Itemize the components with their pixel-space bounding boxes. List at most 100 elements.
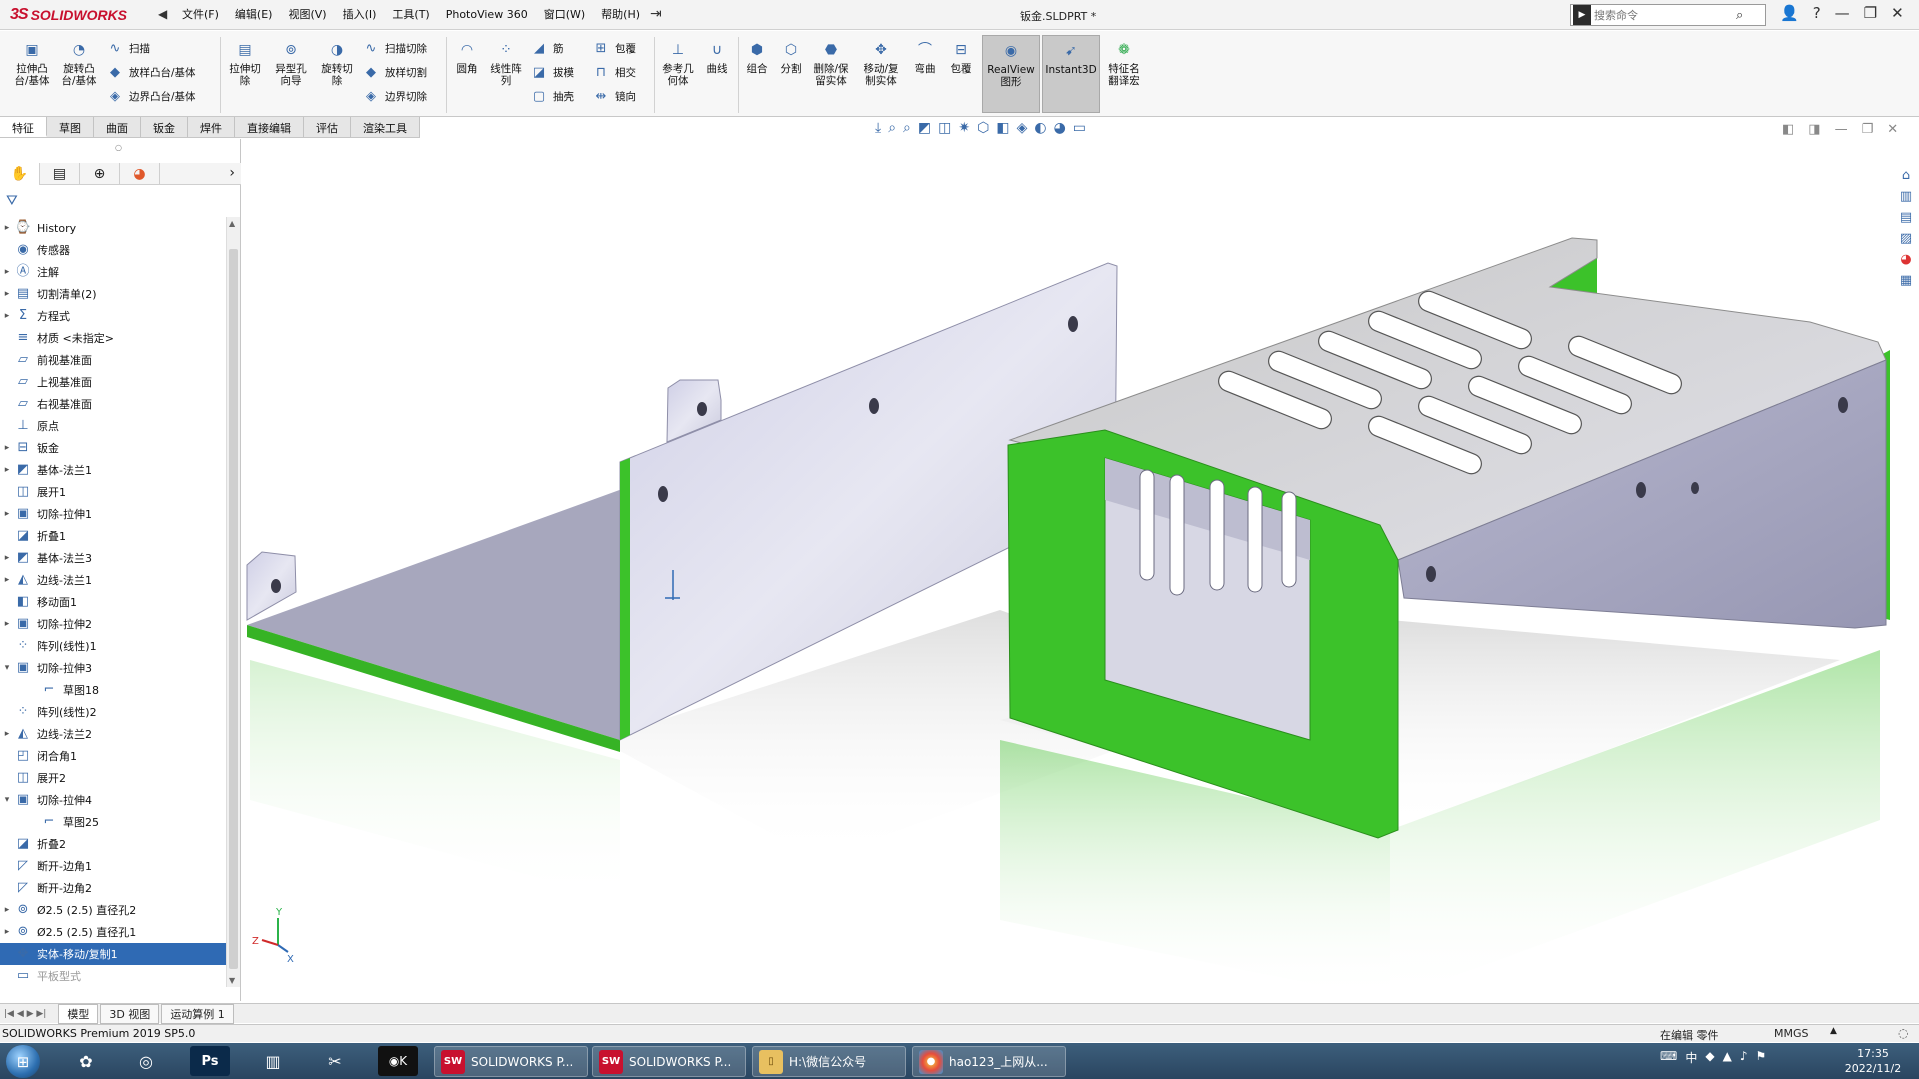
- wrap-feature-button[interactable]: ⊟ 包覆: [946, 39, 976, 75]
- start-button[interactable]: ⊞: [6, 1045, 40, 1078]
- expand-arrow-icon[interactable]: ▸: [0, 575, 14, 585]
- design-library-icon[interactable]: ▤: [1900, 210, 1912, 225]
- expand-arrow-icon[interactable]: ▸: [0, 553, 14, 563]
- help-icon[interactable]: ?: [1813, 4, 1821, 22]
- viewport-minimize-icon[interactable]: —: [1835, 122, 1848, 137]
- flag-icon[interactable]: ⚑: [1755, 1049, 1766, 1066]
- custom-properties-icon[interactable]: ▦: [1900, 273, 1912, 288]
- hide-show-icon[interactable]: ◈: [1017, 120, 1028, 136]
- display-style-icon[interactable]: ◧: [996, 120, 1009, 136]
- edit-appearance-icon[interactable]: ◐: [1034, 120, 1046, 136]
- tab-sketch[interactable]: 草图: [47, 117, 94, 137]
- snipping-tool-icon[interactable]: ✂: [315, 1046, 355, 1076]
- view-settings-monitor-icon[interactable]: ▭: [1073, 120, 1086, 136]
- previous-view-icon[interactable]: ⌕: [903, 120, 911, 136]
- wrap-button[interactable]: ⊞ 包覆: [592, 39, 636, 57]
- instant3d-button[interactable]: ➹ Instant3D: [1042, 35, 1100, 113]
- tree-node[interactable]: ◧ 移动面1: [0, 591, 226, 613]
- extrude-cut-button[interactable]: ▤ 拉伸切 除: [224, 39, 266, 87]
- tree-node[interactable]: ▭ 平板型式: [0, 965, 226, 987]
- section-view-icon[interactable]: ◩: [918, 120, 931, 136]
- combine-button[interactable]: ⬢ 组合: [740, 39, 774, 75]
- tree-node[interactable]: ▸ ◩ 基体-法兰1: [0, 459, 226, 481]
- lofted-cut-button[interactable]: ◆ 放样切割: [362, 63, 427, 81]
- tree-node[interactable]: ◪ 折叠2: [0, 833, 226, 855]
- tree-node[interactable]: ▱ 前视基准面: [0, 349, 226, 371]
- expand-arrow-icon[interactable]: ▸: [0, 289, 14, 299]
- task-solidworks-1[interactable]: SW SOLIDWORKS P...: [434, 1046, 588, 1077]
- sweep-button[interactable]: ∿ 扫描: [106, 39, 150, 57]
- apply-scene-icon[interactable]: ◕: [1054, 120, 1066, 136]
- pin-icon[interactable]: ⇥: [650, 6, 662, 22]
- tree-node[interactable]: ◉ 传感器: [0, 239, 226, 261]
- viewport-close-icon[interactable]: ✕: [1887, 122, 1898, 137]
- tree-node[interactable]: ⊥ 原点: [0, 415, 226, 437]
- menu-file[interactable]: 文件(F): [176, 5, 229, 25]
- tree-node[interactable]: ▸ ▣ 切除-拉伸2: [0, 613, 226, 635]
- menu-window[interactable]: 窗口(W): [538, 5, 595, 25]
- tab-evaluate[interactable]: 评估: [304, 117, 351, 137]
- viewport-right-icon[interactable]: ◨: [1808, 122, 1820, 137]
- appearances-icon[interactable]: ◕: [1900, 252, 1911, 267]
- expand-arrow-icon[interactable]: ▸: [0, 905, 14, 915]
- tree-node[interactable]: ◪ 折叠1: [0, 525, 226, 547]
- draft-button[interactable]: ◪ 拔模: [530, 63, 574, 81]
- revolve-boss-button[interactable]: ◔ 旋转凸 台/基体: [57, 39, 101, 87]
- tab-surfaces[interactable]: 曲面: [94, 117, 141, 137]
- revolve-cut-button[interactable]: ◑ 旋转切 除: [316, 39, 358, 87]
- clock[interactable]: 17:35 2022/11/2: [1838, 1046, 1908, 1076]
- unit-system[interactable]: MMGS: [1774, 1027, 1809, 1040]
- tree-node[interactable]: ≡ 材质 <未指定>: [0, 327, 226, 349]
- expand-panel-icon[interactable]: ›: [223, 163, 241, 184]
- flex-button[interactable]: ⌒ 弯曲: [910, 39, 940, 75]
- fillet-button[interactable]: ◠ 圆角: [450, 39, 484, 75]
- tree-node[interactable]: ▸ ◩ 基体-法兰3: [0, 547, 226, 569]
- expand-arrow-icon[interactable]: ▸: [0, 267, 14, 277]
- keyboard-icon[interactable]: ⌨: [1660, 1049, 1677, 1066]
- tree-node[interactable]: ▾ ▣ 切除-拉伸4: [0, 789, 226, 811]
- resources-icon[interactable]: ▥: [1900, 189, 1912, 204]
- zoom-to-fit-icon[interactable]: ⤓: [875, 120, 881, 136]
- capture-app-icon[interactable]: ◉K: [378, 1046, 418, 1076]
- view-settings-icon[interactable]: ✷: [958, 120, 970, 136]
- loft-boss-button[interactable]: ◆ 放样凸台/基体: [106, 63, 196, 81]
- scroll-up-icon[interactable]: ▲: [229, 219, 235, 228]
- tree-node[interactable]: ◫ 展开1: [0, 481, 226, 503]
- magnifier-icon[interactable]: ⌕: [1736, 8, 1743, 23]
- swept-cut-button[interactable]: ∿ 扫描切除: [362, 39, 427, 57]
- linear-pattern-button[interactable]: ⁘ 线性阵 列: [486, 39, 526, 87]
- extrude-boss-button[interactable]: ▣ 拉伸凸 台/基体: [10, 39, 54, 87]
- tree-node[interactable]: ▸ ◭ 边线-法兰2: [0, 723, 226, 745]
- menu-view[interactable]: 视图(V): [282, 5, 336, 25]
- expand-arrow-icon[interactable]: ▸: [0, 465, 14, 475]
- tree-node[interactable]: ▸ ⊚ Ø2.5 (2.5) 直径孔1: [0, 921, 226, 943]
- expand-arrow-icon[interactable]: ▸: [0, 443, 14, 453]
- menu-help[interactable]: 帮助(H): [595, 5, 650, 25]
- units-dropdown-icon[interactable]: ▲: [1830, 1026, 1837, 1036]
- tab-weldments[interactable]: 焊件: [188, 117, 235, 137]
- network-icon[interactable]: ▲: [1723, 1049, 1732, 1066]
- zoom-to-area-icon[interactable]: ⌕: [888, 120, 896, 136]
- solidworks-logo[interactable]: 3S SOLIDWORKS: [10, 4, 127, 26]
- tab-direct-editing[interactable]: 直接编辑: [235, 117, 304, 137]
- tree-node[interactable]: ◰ 闭合角1: [0, 745, 226, 767]
- property-manager-tab-icon[interactable]: ▤: [40, 163, 80, 185]
- intersect-button[interactable]: ⊓ 相交: [592, 63, 636, 81]
- dynamic-annotation-icon[interactable]: ◫: [938, 120, 951, 136]
- chinese-ime-icon[interactable]: 中: [1685, 1049, 1697, 1066]
- tree-node[interactable]: ▸ ⊚ Ø2.5 (2.5) 直径孔2: [0, 899, 226, 921]
- tree-node[interactable]: ✥ 实体-移动/复制1: [0, 943, 226, 965]
- restore-button[interactable]: ❐: [1864, 4, 1877, 22]
- minimize-button[interactable]: —: [1835, 4, 1850, 22]
- curves-button[interactable]: ∪ 曲线: [700, 39, 734, 75]
- tree-node[interactable]: ▸ Ⓐ 注解: [0, 261, 226, 283]
- configuration-tab-icon[interactable]: ⊕: [80, 163, 120, 185]
- viewport-left-icon[interactable]: ◧: [1782, 122, 1794, 137]
- tree-node[interactable]: ▱ 右视基准面: [0, 393, 226, 415]
- feature-tree-scrollbar[interactable]: ▲ ▼: [226, 217, 240, 987]
- viewport-restore-icon[interactable]: ❐: [1862, 122, 1874, 137]
- tree-node[interactable]: ⁘ 阵列(线性)2: [0, 701, 226, 723]
- user-icon[interactable]: 👤: [1780, 4, 1799, 22]
- search-box[interactable]: ▶ ⌕: [1570, 4, 1766, 26]
- chat-icon[interactable]: ◌: [1898, 1026, 1908, 1040]
